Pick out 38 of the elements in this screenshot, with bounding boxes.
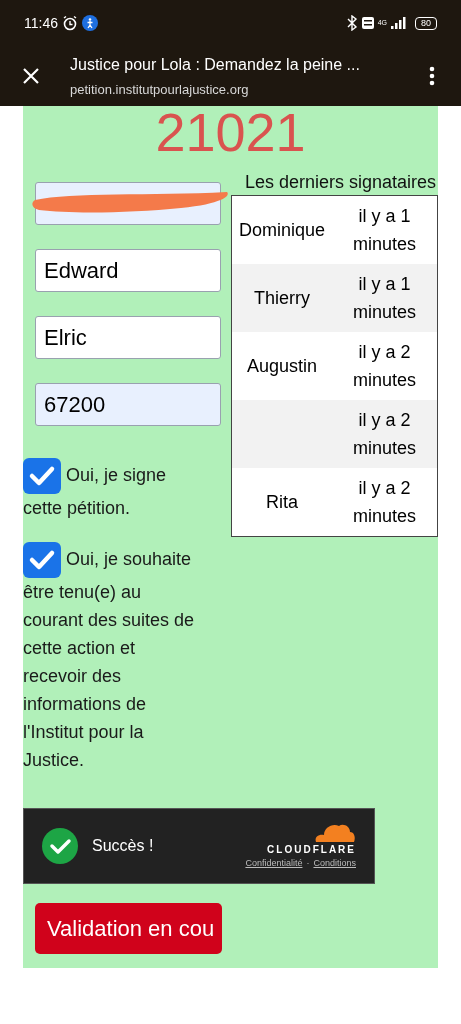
page-url: petition.institutpourlajustice.org (70, 80, 250, 99)
bluetooth-icon (345, 15, 358, 31)
consent-label: Oui, je signe cette pétition. (23, 458, 203, 522)
captcha-message: Succès ! (92, 836, 155, 856)
page-title: Justice pour Lola : Demandez la peine ... (70, 54, 361, 75)
submit-button[interactable]: Validation en cou (35, 903, 222, 954)
signer-name: Thierry (254, 286, 310, 310)
link-separator: · (306, 856, 310, 870)
checkbox[interactable] (23, 458, 61, 494)
checkmark-icon (28, 548, 56, 572)
signers-heading: Les derniers signataires (244, 172, 436, 192)
alarm-icon (62, 15, 78, 31)
signature-counter: 21021 (155, 106, 306, 158)
signature-time: il y a 2 minutes (352, 477, 417, 528)
input-field[interactable]: Edward (35, 249, 221, 292)
consent-label: Oui, je souhaite être tenu(e) au courant des suites de cette action et recevoir des informations de l'Institut pour la Justice. (23, 542, 203, 774)
signature-time: il y a 1 minutes (352, 273, 417, 324)
success-check-icon (42, 828, 78, 864)
accessibility-icon (82, 15, 98, 31)
privacy-link[interactable]: Confidentialité (245, 856, 303, 871)
volte-icon (361, 17, 374, 29)
clock: 11:46 (24, 13, 58, 33)
brand-label: CLOUDFLARE (267, 842, 356, 857)
battery-indicator: 80 (415, 16, 437, 30)
input-field[interactable]: Elric (35, 316, 221, 359)
signature-time: il y a 1 minutes (352, 205, 417, 256)
signer-name: Augustin (246, 354, 318, 378)
input-field[interactable]: 67200 (35, 383, 221, 426)
close-icon[interactable] (22, 67, 40, 85)
signer-name: Rita (266, 490, 298, 514)
terms-link[interactable]: Conditions (313, 856, 356, 871)
checkmark-icon (28, 464, 56, 488)
signer-name: Dominique (238, 218, 325, 242)
more-menu-icon[interactable] (429, 66, 435, 86)
signature-time: il y a 2 minutes (352, 341, 417, 392)
signature-time: il y a 2 minutes (352, 409, 417, 460)
signal-icon (391, 17, 407, 29)
checkbox[interactable] (23, 542, 61, 578)
